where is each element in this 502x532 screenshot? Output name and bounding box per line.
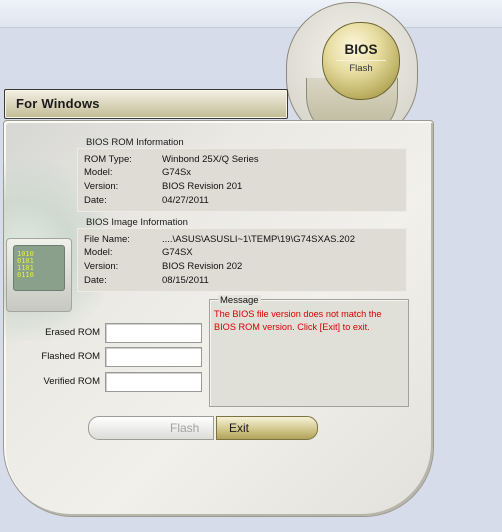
flash-button-label: Flash xyxy=(170,421,200,435)
rom-date-label: Date: xyxy=(84,195,107,206)
image-version-value: BIOS Revision 202 xyxy=(162,261,243,272)
rom-model-value: G74Sx xyxy=(162,167,192,178)
monitor-screen: 1010 0101 1101 0110 xyxy=(13,245,65,291)
verified-rom-progress xyxy=(105,372,202,392)
flash-button[interactable]: Flash xyxy=(88,416,214,440)
rom-info-box: ROM Type: Winbond 25X/Q Series Model: G7… xyxy=(77,148,407,212)
message-title: Message xyxy=(218,295,261,306)
erased-rom-progress xyxy=(105,323,202,343)
rom-date-value: 04/27/2011 xyxy=(162,195,209,206)
flashed-rom-progress xyxy=(105,347,202,367)
message-text: The BIOS file version does not match the… xyxy=(214,309,382,332)
erased-rom-label: Erased ROM xyxy=(45,327,100,338)
file-name-value: ....\ASUS\ASUSLI~1\TEMP\19\G74SXAS.202 xyxy=(162,234,355,245)
exit-button-label: Exit xyxy=(229,421,250,435)
binary-digits-graphic: 1010 0101 1101 0110 xyxy=(17,250,34,279)
emblem-divider xyxy=(336,60,386,61)
bios-flash-emblem: BIOS Flash xyxy=(322,22,400,100)
banner-label: For Windows xyxy=(16,96,100,111)
image-info-title: BIOS Image Information xyxy=(86,217,188,228)
rom-version-value: BIOS Revision 201 xyxy=(162,181,243,192)
for-windows-banner: For Windows xyxy=(4,89,288,119)
exit-button[interactable]: Exit xyxy=(216,416,318,440)
rom-version-label: Version: xyxy=(84,181,119,192)
emblem-subtitle: Flash xyxy=(349,63,373,74)
rom-model-label: Model: xyxy=(84,167,113,178)
rom-info-title: BIOS ROM Information xyxy=(86,137,184,148)
image-model-label: Model: xyxy=(84,247,113,258)
computer-monitor-icon: 1010 0101 1101 0110 xyxy=(6,238,72,312)
image-date-label: Date: xyxy=(84,275,107,286)
verified-rom-label: Verified ROM xyxy=(43,376,101,387)
image-info-box: File Name: ....\ASUS\ASUSLI~1\TEMP\19\G7… xyxy=(77,228,407,292)
rom-type-label: ROM Type: xyxy=(84,154,132,165)
flashed-rom-label: Flashed ROM xyxy=(41,351,100,362)
image-date-value: 08/15/2011 xyxy=(162,275,209,286)
rom-type-value: Winbond 25X/Q Series xyxy=(162,154,259,165)
image-version-label: Version: xyxy=(84,261,119,272)
image-model-value: G74SX xyxy=(162,247,193,258)
window-top-strip xyxy=(0,0,502,28)
file-name-label: File Name: xyxy=(84,234,130,245)
emblem-title: BIOS xyxy=(344,42,378,57)
